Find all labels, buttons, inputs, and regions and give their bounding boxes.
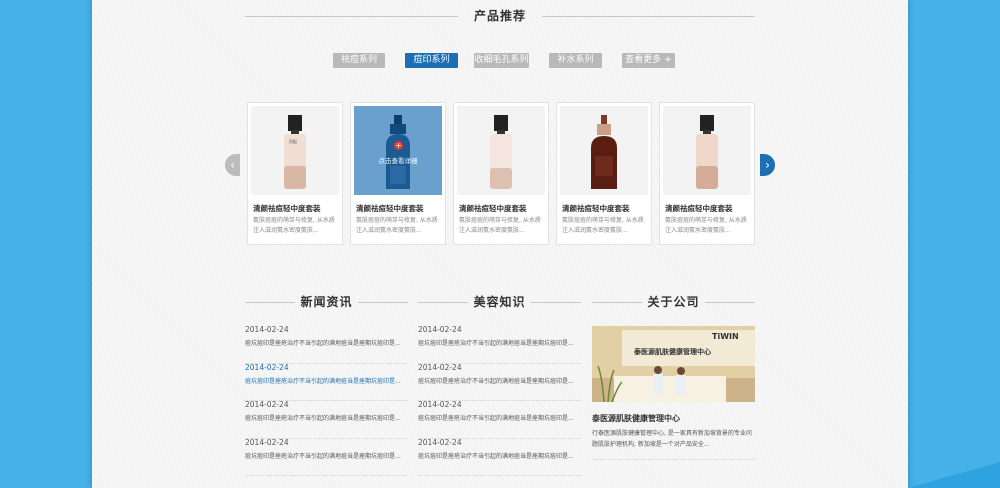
tab-pore-series[interactable]: 收细毛孔系列 [474,53,529,68]
tab-view-more[interactable]: 查看更多 + [622,53,675,68]
product-desc: 氨肤痘痘的萌芽与修复, 从水质注入滋润氨水密度氨肤... [562,217,644,234]
hover-overlay[interactable]: + 点击查看详细 [354,106,442,195]
beauty-section-title: 美容知识 [418,293,581,313]
products-title-text: 产品推荐 [473,9,526,23]
carousel-prev-button[interactable]: ‹ [225,154,240,176]
beauty-date: 2014-02-24 [418,437,462,447]
news-link[interactable]: 痘坑痘印是痤疮治疗不当引起的满地痘当是痤期坑痘印是... [245,413,408,422]
company-intro: 行泰医源肌肤健康管理中心, 是一家具有新加坡背景的专业问题肌肤护理机构, 新加坡… [592,430,752,448]
plus-icon: + [394,141,403,150]
view-detail-text: 点击查看详细 [378,157,418,165]
chevron-left-icon: ‹ [230,158,235,172]
news-date: 2014-02-24 [245,362,289,372]
product-desc: 氨肤痘痘的萌芽与修复, 从水质注入滋润氨水密度氨肤... [459,217,541,234]
company-photo[interactable]: TiWIN 泰医源肌肤健康管理中心 [592,326,755,402]
chevron-right-icon: › [765,158,770,172]
beauty-item[interactable]: 2014-02-24 痘坑痘印是痤疮治疗不当引起的满地痘当是痤期坑痘印是... [418,325,581,364]
product-name[interactable]: 清颜祛痘轻中度套装 [253,203,321,214]
tab-acne-series[interactable]: 祛痘系列 [333,53,385,68]
news-item[interactable]: 2014-02-24 痘坑痘印是痤疮治疗不当引起的满地痘当是痤期坑痘印是... [245,437,408,476]
news-date: 2014-02-24 [245,437,289,447]
news-link[interactable]: 痘坑痘印是痤疮治疗不当引起的满地痘当是痤期坑痘印是... [245,376,408,385]
news-date: 2014-02-24 [245,400,289,409]
news-list: 2014-02-24 痘坑痘印是痤疮治疗不当引起的满地痘当是痤期坑痘印是... … [245,325,408,476]
product-card[interactable]: 清颜祛痘轻中度套装 氨肤痘痘的萌芽与修复, 从水质注入滋润氨水密度氨肤... [453,102,549,245]
bottle-illustration [490,115,512,189]
news-item[interactable]: 2014-02-24 痘坑痘印是痤疮治疗不当引起的满地痘当是痤期坑痘印是... [245,400,408,439]
bottle-illustration [591,115,617,189]
product-card[interactable]: 清颜祛痘轻中度套装 氨肤痘痘的萌芽与修复, 从水质注入滋润氨水密度氨肤... [556,102,652,245]
beauty-link[interactable]: 痘坑痘印是痤疮治疗不当引起的满地痘当是痤期坑痘印是... [418,338,581,347]
news-link[interactable]: 痘坑痘印是痤疮治疗不当引起的满地痘当是痤期坑痘印是... [245,338,408,347]
beauty-link[interactable]: 痘坑痘印是痤疮治疗不当引起的满地痘当是痤期坑痘印是... [418,451,581,460]
company-name[interactable]: 泰医源肌肤健康管理中心 [592,413,680,424]
product-name[interactable]: 清颜祛痘轻中度套装 [562,203,630,214]
product-name[interactable]: 清颜祛痘轻中度套装 [356,203,424,214]
tab-hydration-series[interactable]: 补水系列 [549,53,602,68]
beauty-link[interactable]: 痘坑痘印是痤疮治疗不当引起的满地痘当是痤期坑痘印是... [418,413,581,422]
products-section-title: 产品推荐 [245,7,755,27]
product-card[interactable]: 清颜祛痘轻中度套装 氨肤痘痘的萌芽与修复, 从水质注入滋润氨水密度氨肤... [659,102,755,245]
beauty-date: 2014-02-24 [418,400,462,409]
product-image[interactable] [457,106,545,195]
brand-mark: 烈配 [289,139,297,144]
beauty-item[interactable]: 2014-02-24 痘坑痘印是痤疮治疗不当引起的满地痘当是痤期坑痘印是... [418,362,581,401]
news-item[interactable]: 2014-02-24 痘坑痘印是痤疮治疗不当引起的满地痘当是痤期坑痘印是... [245,362,408,401]
beauty-item[interactable]: 2014-02-24 痘坑痘印是痤疮治疗不当引起的满地痘当是痤期坑痘印是... [418,400,581,439]
about-divider [592,459,755,460]
about-title-text: 关于公司 [647,295,700,309]
product-card[interactable]: 烈配 清颜祛痘轻中度套装 氨肤痘痘的萌芽与修复, 从水质注入滋润氨水密度氨肤..… [247,102,343,245]
product-desc: 氨肤痘痘的萌芽与修复, 从水质注入滋润氨水密度氨肤... [253,217,335,234]
bottle-illustration [696,115,718,189]
news-title-text: 新闻资讯 [300,295,353,309]
product-desc: 氨肤痘痘的萌芽与修复, 从水质注入滋润氨水密度氨肤... [356,217,438,234]
carousel-next-button[interactable]: › [760,154,775,176]
news-date: 2014-02-24 [245,325,289,334]
news-section-title: 新闻资讯 [245,293,408,313]
tab-acne-mark-series[interactable]: 痘印系列 [405,53,458,68]
beauty-title-text: 美容知识 [473,295,526,309]
product-image[interactable] [663,106,751,195]
beauty-date: 2014-02-24 [418,362,462,372]
about-section-title: 关于公司 [592,293,755,313]
product-name[interactable]: 清颜祛痘轻中度套装 [459,203,527,214]
product-image[interactable]: 烈配 [251,106,339,195]
product-name[interactable]: 清颜祛痘轻中度套装 [665,203,733,214]
product-image[interactable]: + 点击查看详细 [354,106,442,195]
photo-logo: TiWIN [712,332,739,341]
photo-sign: 泰医源肌肤健康管理中心 [634,348,711,356]
beauty-item[interactable]: 2014-02-24 痘坑痘印是痤疮治疗不当引起的满地痘当是痤期坑痘印是... [418,437,581,476]
bottle-illustration [284,115,306,189]
beauty-date: 2014-02-24 [418,325,462,334]
beauty-link[interactable]: 痘坑痘印是痤疮治疗不当引起的满地痘当是痤期坑痘印是... [418,376,581,385]
page-corner-decoration [908,462,1000,488]
news-item[interactable]: 2014-02-24 痘坑痘印是痤疮治疗不当引起的满地痘当是痤期坑痘印是... [245,325,408,364]
news-link[interactable]: 痘坑痘印是痤疮治疗不当引起的满地痘当是痤期坑痘印是... [245,451,408,460]
product-card[interactable]: + 点击查看详细 清颜祛痘轻中度套装 氨肤痘痘的萌芽与修复, 从水质注入滋润氨水… [350,102,446,245]
product-image[interactable] [560,106,648,195]
product-desc: 氨肤痘痘的萌芽与修复, 从水质注入滋润氨水密度氨肤... [665,217,747,234]
main-content: 产品推荐 祛痘系列 痘印系列 收细毛孔系列 补水系列 查看更多 + ‹ › 烈配… [92,0,908,488]
beauty-list: 2014-02-24 痘坑痘印是痤疮治疗不当引起的满地痘当是痤期坑痘印是... … [418,325,581,476]
